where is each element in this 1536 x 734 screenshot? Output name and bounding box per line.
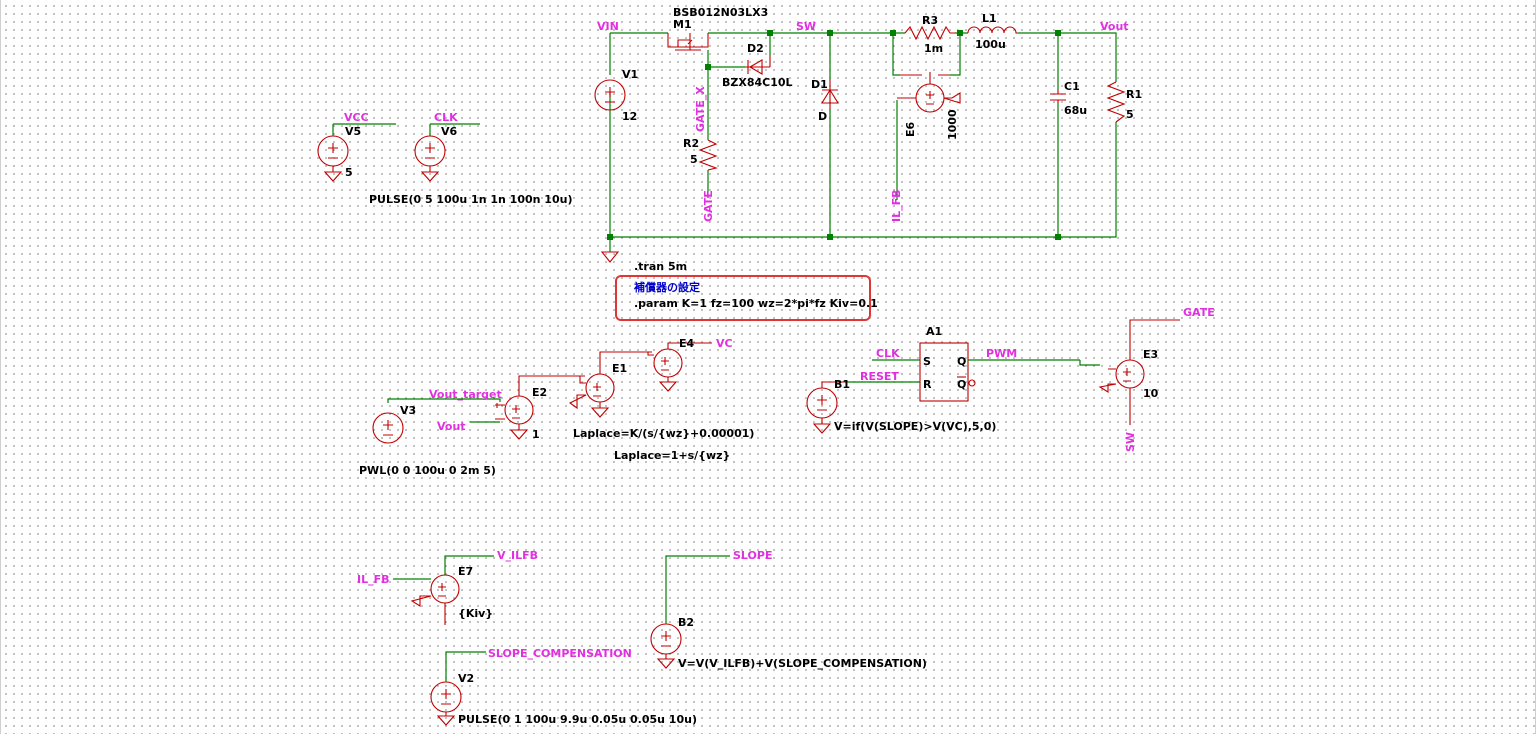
net-label-vc: VC (716, 337, 733, 350)
svg-text:1: 1 (532, 428, 540, 441)
svg-text:C1: C1 (1064, 80, 1080, 93)
svg-text:Laplace=1+s/{wz}: Laplace=1+s/{wz} (614, 449, 730, 462)
svg-text:R1: R1 (1126, 88, 1142, 101)
sr-flipflop-a1[interactable]: A1 S R Q Q (845, 325, 1100, 402)
svg-text:BZX84C10L: BZX84C10L (722, 76, 793, 89)
svg-text:D1: D1 (811, 78, 828, 91)
svg-text:1000: 1000 (946, 109, 959, 140)
svg-text:.tran 5m: .tran 5m (634, 260, 687, 273)
svg-text:VCC: VCC (344, 111, 369, 124)
svg-text:12: 12 (622, 110, 637, 123)
ground-symbol (600, 251, 620, 263)
svg-text:V5: V5 (345, 125, 361, 138)
vcvs-e2[interactable]: E2 1 (495, 375, 585, 441)
svg-text:CLK: CLK (434, 111, 458, 124)
svg-text:M1: M1 (673, 18, 692, 31)
svg-text:10: 10 (1143, 387, 1159, 400)
vcvs-e7[interactable]: E7 {Kiv} (393, 555, 494, 625)
svg-text:E4: E4 (679, 337, 695, 350)
net-label-slope: SLOPE (733, 549, 772, 562)
svg-text:E6: E6 (904, 121, 917, 137)
net-label-vout-2: Vout (437, 420, 466, 433)
net-label-slope-compensation: SLOPE_COMPENSATION (488, 647, 632, 660)
net-label-gate: GATE (702, 190, 715, 222)
svg-text:V6: V6 (441, 125, 458, 138)
svg-text:E2: E2 (532, 386, 547, 399)
svg-text:A1: A1 (926, 325, 942, 338)
net-label-gate-2: GATE (1183, 306, 1215, 319)
svg-text:D: D (818, 110, 827, 123)
vcvs-e4[interactable]: E4 Laplace=1+s/{wz} (614, 337, 730, 462)
svg-text:Laplace=K/(s/{wz}+0.00001): Laplace=K/(s/{wz}+0.00001) (573, 427, 754, 440)
net-label-sw-2: SW (1124, 432, 1137, 452)
svg-text:V2: V2 (458, 672, 474, 685)
vcvs-e1[interactable]: E1 Laplace=K/(s/{wz}+0.00001) (568, 351, 754, 440)
net-label-vout-target: Vout_target (429, 388, 502, 401)
vcvs-e6[interactable]: E6 1000 (897, 72, 961, 140)
svg-text:100u: 100u (975, 38, 1006, 51)
inductor-l1[interactable]: L1 100u (967, 12, 1018, 51)
svg-text:V1: V1 (622, 68, 638, 81)
svg-text:補償器の設定: 補償器の設定 (633, 280, 700, 294)
junction-dots (607, 30, 1061, 240)
svg-text:L1: L1 (982, 12, 997, 25)
behavioral-source-b2[interactable]: B2 V=V(V_ILFB)+V(SLOPE_COMPENSATION) (650, 555, 927, 670)
svg-text:5: 5 (1126, 108, 1134, 121)
net-label-clk-2: CLK (876, 347, 900, 360)
net-label-il-fb-2: IL_FB (357, 573, 390, 586)
schematic-canvas[interactable]: V1 12 BSB012N03LX3 M1 D2 BZX84C10L R2 5 … (0, 0, 1536, 734)
resistor-r1[interactable]: R1 5 (1106, 81, 1142, 123)
capacitor-c1[interactable]: C1 68u (1050, 80, 1087, 117)
svg-text:5: 5 (690, 153, 698, 166)
voltage-source-v5[interactable]: VCC V5 5 (317, 111, 396, 182)
net-label-reset: RESET (860, 370, 899, 383)
svg-text:PULSE(0 1 100u 9.9u 0.05u 0.05: PULSE(0 1 100u 9.9u 0.05u 0.05u 10u) (458, 713, 697, 726)
svg-text:E1: E1 (612, 362, 627, 375)
svg-text:B2: B2 (678, 616, 694, 629)
vcvs-e3[interactable]: E3 10 (1098, 319, 1180, 425)
voltage-source-v6[interactable]: CLK V6 PULSE(0 5 100u 1n 1n 100n 10u) (369, 111, 572, 206)
svg-text:S: S (923, 355, 931, 368)
svg-text:R2: R2 (683, 137, 699, 150)
svg-text:V=V(V_ILFB)+V(SLOPE_COMPENSATI: V=V(V_ILFB)+V(SLOPE_COMPENSATION) (678, 657, 927, 670)
svg-text:{Kiv}: {Kiv} (458, 607, 493, 620)
svg-text:PWL(0 0 100u 0 2m 5): PWL(0 0 100u 0 2m 5) (359, 464, 496, 477)
zener-diode-d2[interactable]: D2 BZX84C10L (722, 42, 793, 89)
svg-text:Q: Q (957, 378, 966, 391)
resistor-r3[interactable]: R3 1m (904, 14, 955, 55)
net-label-v-ilfb: V_ILFB (497, 549, 538, 562)
svg-text:V=if(V(SLOPE)>V(VC),5,0): V=if(V(SLOPE)>V(VC),5,0) (834, 420, 996, 433)
net-label-pwm: PWM (986, 347, 1017, 360)
net-label-sw: SW (796, 20, 816, 33)
svg-text:.param K=1 fz=100 wz=2*pi*fz K: .param K=1 fz=100 wz=2*pi*fz Kiv=0.1 (634, 297, 878, 310)
svg-text:PULSE(0 5 100u 1n 1n 100n 10u): PULSE(0 5 100u 1n 1n 100n 10u) (369, 193, 572, 206)
svg-text:R: R (923, 378, 932, 391)
svg-text:V3: V3 (400, 404, 416, 417)
svg-text:D2: D2 (747, 42, 764, 55)
voltage-source-v3[interactable]: V3 PWL(0 0 100u 0 2m 5) (359, 398, 501, 477)
svg-text:E3: E3 (1143, 348, 1158, 361)
diode-d1[interactable]: D1 D (811, 78, 839, 123)
svg-text:1m: 1m (924, 42, 943, 55)
net-label-gate-x: GATE_X (694, 86, 707, 132)
svg-text:E7: E7 (458, 565, 473, 578)
resistor-r2[interactable]: R2 5 (683, 137, 718, 171)
voltage-source-v1[interactable]: V1 12 (594, 68, 638, 123)
net-label-vin: VIN (597, 20, 619, 33)
svg-text:5: 5 (345, 166, 353, 179)
svg-text:Q: Q (957, 355, 966, 368)
svg-text:68u: 68u (1064, 104, 1087, 117)
net-label-il-fb: IL_FB (890, 189, 903, 222)
svg-text:R3: R3 (922, 14, 938, 27)
svg-text:B1: B1 (834, 378, 850, 391)
spice-directives[interactable]: .tran 5m 補償器の設定 .param K=1 fz=100 wz=2*p… (633, 260, 878, 310)
voltage-source-v2[interactable]: V2 PULSE(0 1 100u 9.9u 0.05u 0.05u 10u) (430, 651, 697, 726)
net-label-vout: Vout (1100, 20, 1129, 33)
